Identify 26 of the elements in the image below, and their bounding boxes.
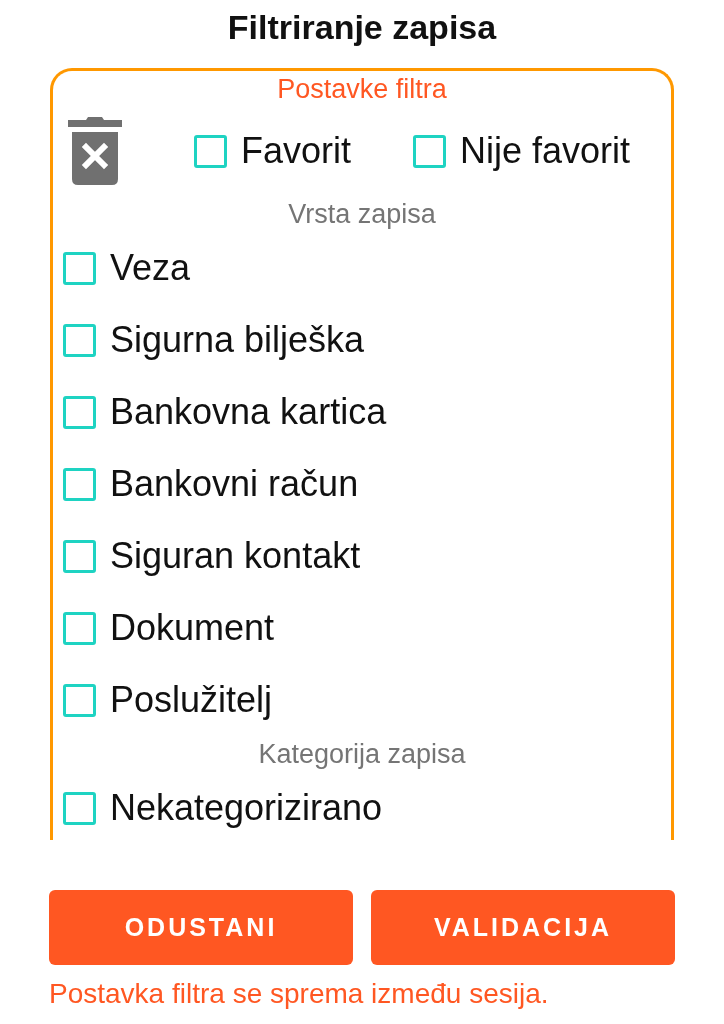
checkbox[interactable] xyxy=(63,251,96,285)
checkbox-label[interactable]: Sigurna bilješka xyxy=(110,319,365,361)
checkbox[interactable] xyxy=(63,683,96,717)
checkbox-label[interactable]: Veza xyxy=(110,247,191,289)
checkbox-label[interactable]: Poslužitelj xyxy=(110,679,273,721)
checkbox[interactable] xyxy=(63,467,96,501)
checkbox-label[interactable]: Bankovni račun xyxy=(110,463,359,505)
panel-heading: Postavke filtra xyxy=(277,74,447,104)
dialog-title: Filtriranje zapisa xyxy=(227,7,497,48)
trash-icon[interactable] xyxy=(68,117,122,185)
checkbox-label[interactable]: Nije favorit xyxy=(460,130,631,172)
footer-note: Postavka filtra se sprema između sesija. xyxy=(49,977,550,1011)
checkbox[interactable] xyxy=(63,611,96,645)
checkbox-label[interactable]: Bankovna kartica xyxy=(110,391,387,433)
checkbox[interactable] xyxy=(413,134,447,168)
checkbox-label[interactable]: Dokument xyxy=(110,607,275,649)
checkbox-label[interactable]: Siguran kontakt xyxy=(110,535,361,577)
checkbox[interactable] xyxy=(63,791,96,825)
checkbox[interactable] xyxy=(194,134,227,168)
checkbox[interactable] xyxy=(63,323,96,357)
checkbox[interactable] xyxy=(63,539,96,573)
checkbox[interactable] xyxy=(63,395,96,429)
checkbox-label[interactable]: Favorit xyxy=(241,130,352,172)
checkbox-label[interactable]: Nekategorizirano xyxy=(110,787,383,829)
section-heading: Vrsta zapisa xyxy=(288,198,436,231)
section-heading: Kategorija zapisa xyxy=(258,738,466,771)
